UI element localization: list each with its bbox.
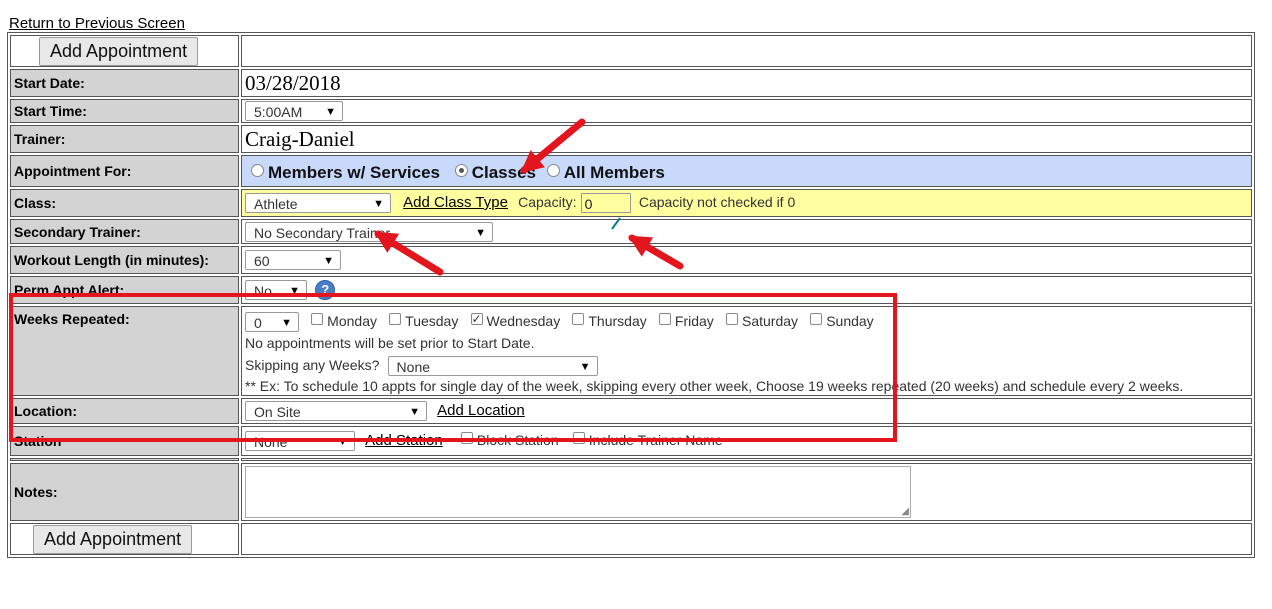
perm-appt-alert-select[interactable]: No ▼ xyxy=(245,280,307,300)
appointment-form: Add Appointment Start Date: 03/28/2018 S… xyxy=(7,32,1255,558)
start-time-label: Start Time: xyxy=(10,99,239,123)
radio-all-members[interactable] xyxy=(546,164,560,178)
checkbox-block-station[interactable] xyxy=(460,432,473,444)
weeks-repeated-note: No appointments will be set prior to Sta… xyxy=(245,335,535,351)
radio-classes[interactable] xyxy=(454,164,468,178)
start-date-label: Start Date: xyxy=(10,69,239,97)
add-appointment-button-top[interactable]: Add Appointment xyxy=(39,36,199,66)
weeks-repeated-select[interactable]: 0 ▼ xyxy=(245,312,299,333)
weeks-repeated-example: ** Ex: To schedule 10 appts for single d… xyxy=(245,378,1184,394)
workout-length-label: Workout Length (in minutes): xyxy=(10,246,239,274)
location-select[interactable]: On Site ▼ xyxy=(245,401,427,421)
capacity-note: Capacity not checked if 0 xyxy=(638,193,796,210)
station-select[interactable]: None ▼ xyxy=(245,431,355,451)
chevron-down-icon: ▼ xyxy=(475,226,486,239)
add-appointment-button-bottom[interactable]: Add Appointment xyxy=(33,524,193,554)
chevron-down-icon: ▼ xyxy=(409,406,420,418)
return-to-previous-link[interactable]: Return to Previous Screen xyxy=(9,15,185,32)
add-location-link[interactable]: Add Location xyxy=(437,402,525,419)
start-date-value: 03/28/2018 xyxy=(245,70,341,95)
chevron-down-icon: ▼ xyxy=(289,285,300,297)
chevron-down-icon: ▼ xyxy=(281,317,292,330)
appointment-for-label: Appointment For: xyxy=(10,155,239,187)
add-class-type-link[interactable]: Add Class Type xyxy=(403,194,508,211)
skipping-weeks-select[interactable]: None ▼ xyxy=(387,356,598,377)
chevron-down-icon: ▼ xyxy=(325,106,336,118)
perm-appt-alert-label: Perm Appt Alert: xyxy=(10,276,239,304)
chevron-down-icon: ▼ xyxy=(337,436,348,448)
capacity-label: Capacity: xyxy=(518,193,577,210)
help-icon[interactable]: ? xyxy=(315,280,336,300)
chevron-down-icon: ▼ xyxy=(579,361,591,374)
class-label: Class: xyxy=(10,189,239,217)
checkbox-friday[interactable] xyxy=(658,313,671,326)
checkbox-thursday[interactable] xyxy=(572,313,585,326)
trainer-value: Craig-Daniel xyxy=(245,126,355,151)
checkbox-saturday[interactable] xyxy=(725,313,738,326)
capacity-input[interactable]: 0 xyxy=(580,193,631,213)
station-label: Station xyxy=(10,426,239,456)
checkbox-tuesday[interactable] xyxy=(389,313,402,326)
workout-length-select[interactable]: 60 ▼ xyxy=(245,250,341,270)
notes-textarea[interactable]: ◢ xyxy=(245,466,911,518)
secondary-trainer-select[interactable]: No Secondary Trainer ▼ xyxy=(245,221,493,242)
secondary-trainer-label: Secondary Trainer: xyxy=(10,219,239,244)
checkbox-monday[interactable] xyxy=(311,313,324,326)
radio-members-w-services[interactable] xyxy=(251,164,264,178)
checkbox-wednesday[interactable]: ✓ xyxy=(470,313,483,326)
checkbox-include-trainer-name[interactable] xyxy=(572,432,585,444)
trainer-label: Trainer: xyxy=(10,125,239,153)
chevron-down-icon: ▼ xyxy=(373,198,384,210)
resize-handle-icon[interactable]: ◢ xyxy=(901,506,909,517)
appointment-for-options: Members w/ Services Classes All Members xyxy=(241,155,1252,187)
start-time-select[interactable]: 5:00AM ▼ xyxy=(245,101,343,121)
checkbox-sunday[interactable] xyxy=(810,313,823,326)
chevron-down-icon: ▼ xyxy=(323,255,334,267)
notes-label: Notes: xyxy=(10,463,239,521)
skipping-weeks-label: Skipping any Weeks? xyxy=(245,357,380,373)
add-station-link[interactable]: Add Station xyxy=(365,432,443,449)
weeks-repeated-label: Weeks Repeated: xyxy=(10,306,239,396)
location-label: Location: xyxy=(10,398,239,424)
class-select[interactable]: Athlete ▼ xyxy=(245,193,391,213)
